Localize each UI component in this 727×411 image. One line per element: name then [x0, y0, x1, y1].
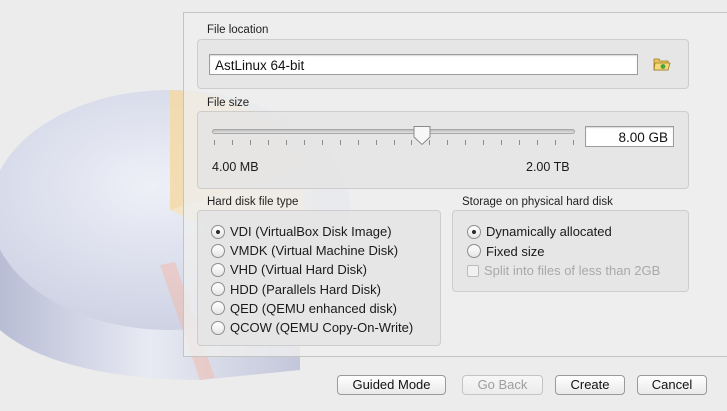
storage-option[interactable]: Fixed size: [467, 244, 545, 259]
slider-tick: [555, 140, 557, 145]
file-size-slider-track[interactable]: [212, 129, 575, 134]
file-size-min-label: 4.00 MB: [212, 160, 259, 174]
file-location-input[interactable]: AstLinux 64-bit: [209, 54, 638, 75]
slider-tick: [537, 140, 539, 145]
slider-tick: [501, 140, 503, 145]
slider-tick: [214, 140, 215, 145]
file-size-input[interactable]: 8.00 GB: [585, 126, 674, 147]
disk-type-option-label: QCOW (QEMU Copy-On-Write): [230, 320, 414, 335]
radio-button[interactable]: [211, 243, 225, 258]
file-size-label: File size: [207, 97, 250, 109]
storage-option-label: Dynamically allocated: [486, 224, 612, 239]
slider-tick: [375, 140, 377, 145]
storage-option[interactable]: Dynamically allocated: [467, 224, 612, 239]
disk-type-option[interactable]: VDI (VirtualBox Disk Image): [211, 224, 392, 239]
slider-tick: [483, 140, 485, 145]
disk-type-option[interactable]: QCOW (QEMU Copy-On-Write): [211, 320, 413, 335]
disk-type-option[interactable]: QED (QEMU enhanced disk): [211, 301, 397, 316]
create-button[interactable]: Create: [555, 375, 625, 395]
slider-tick: [285, 140, 287, 145]
slider-tick: [393, 140, 395, 145]
disk-type-option-label: VHD (Virtual Hard Disk): [230, 262, 368, 278]
slider-tick: [231, 140, 233, 145]
disk-type-label: Hard disk file type: [207, 196, 299, 208]
slider-tick: [465, 140, 467, 145]
storage-label: Storage on physical hard disk: [462, 196, 613, 208]
split-files-checkbox[interactable]: [467, 264, 479, 277]
disk-type-option-label: QED (QEMU enhanced disk): [230, 300, 397, 316]
radio-button[interactable]: [211, 224, 225, 239]
split-files-label: Split into files of less than 2GB: [484, 263, 661, 278]
slider-tick: [519, 140, 521, 145]
go-back-button[interactable]: Go Back: [462, 375, 543, 395]
disk-type-option-label: VDI (VirtualBox Disk Image): [230, 224, 392, 239]
slider-tick: [573, 140, 574, 145]
disk-type-option[interactable]: VHD (Virtual Hard Disk): [211, 262, 367, 277]
cancel-button[interactable]: Cancel: [637, 375, 707, 395]
file-size-group: [197, 111, 689, 189]
disk-type-option[interactable]: VMDK (Virtual Machine Disk): [211, 243, 398, 258]
slider-tick: [447, 140, 449, 145]
radio-button[interactable]: [211, 301, 225, 316]
slider-tick: [303, 140, 305, 145]
slider-tick: [249, 140, 251, 145]
radio-button[interactable]: [211, 320, 225, 335]
slider-tick: [339, 140, 341, 145]
disk-type-option-label: VMDK (Virtual Machine Disk): [230, 243, 399, 259]
folder-open-icon[interactable]: [653, 56, 671, 72]
split-files-checkbox-row[interactable]: Split into files of less than 2GB: [467, 263, 660, 278]
disk-type-option[interactable]: HDD (Parallels Hard Disk): [211, 282, 381, 297]
radio-button[interactable]: [211, 262, 225, 277]
radio-button[interactable]: [211, 282, 225, 297]
storage-option-label: Fixed size: [486, 243, 545, 259]
slider-tick: [267, 140, 269, 145]
slider-tick: [357, 140, 359, 145]
disk-type-option-label: HDD (Parallels Hard Disk): [230, 281, 381, 297]
slider-tick: [321, 140, 323, 145]
file-size-max-label: 2.00 TB: [526, 160, 570, 174]
file-location-label: File location: [207, 24, 269, 36]
radio-button[interactable]: [467, 224, 481, 239]
guided-mode-button[interactable]: Guided Mode: [337, 375, 446, 395]
file-size-slider-thumb[interactable]: [412, 125, 432, 146]
radio-button[interactable]: [467, 244, 481, 258]
